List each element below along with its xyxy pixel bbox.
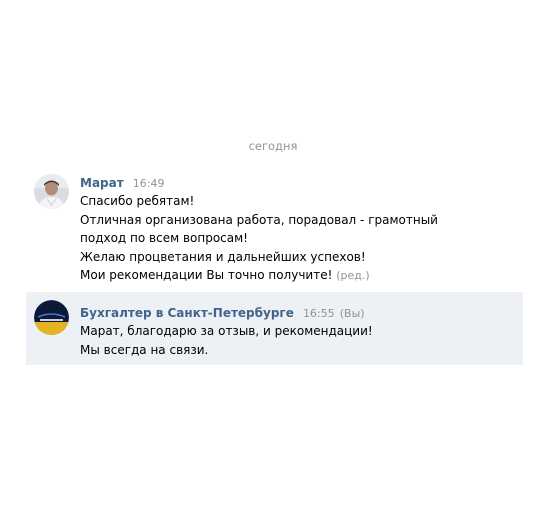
message-line: Желаю процветания и дальнейших успехов! bbox=[80, 249, 366, 264]
message-line-text: Мои рекомендации Вы точно получите! bbox=[80, 268, 333, 282]
message-text: Марат, благодарю за отзыв, и рекомендаци… bbox=[80, 322, 517, 359]
message-line: Мы всегда на связи. bbox=[80, 342, 209, 357]
chat-history: сегодня Марат 16:49 Спасибо ребятам! Отл… bbox=[0, 0, 546, 515]
message-line: Спасибо ребятам! bbox=[80, 194, 195, 208]
message-text: Спасибо ребятам! Отличная организована р… bbox=[80, 192, 517, 286]
author-name[interactable]: Марат bbox=[80, 176, 124, 190]
message-line: Мои рекомендации Вы точно получите! (ред… bbox=[80, 266, 517, 286]
company-logo-icon bbox=[34, 300, 69, 335]
message-item-selected[interactable]: Бухгалтер в Санкт-Петербурге 16:55 (Вы) … bbox=[26, 292, 523, 365]
message-time[interactable]: 16:55 bbox=[303, 307, 335, 320]
avatar[interactable] bbox=[34, 174, 69, 209]
user-photo-icon bbox=[34, 174, 69, 209]
you-label: (Вы) bbox=[339, 307, 365, 320]
message-item[interactable]: Марат 16:49 Спасибо ребятам! Отличная ор… bbox=[26, 168, 523, 286]
message-time[interactable]: 16:49 bbox=[133, 177, 165, 190]
edited-label: (ред.) bbox=[336, 269, 370, 282]
date-separator: сегодня bbox=[248, 139, 298, 153]
avatar[interactable] bbox=[34, 300, 69, 335]
author-name[interactable]: Бухгалтер в Санкт-Петербурге bbox=[80, 306, 294, 320]
message-line: Отличная организована работа, порадовал … bbox=[80, 212, 438, 227]
message-line: подход по всем вопросам! bbox=[80, 231, 248, 245]
message-line: Марат, благодарю за отзыв, и рекомендаци… bbox=[80, 324, 373, 338]
